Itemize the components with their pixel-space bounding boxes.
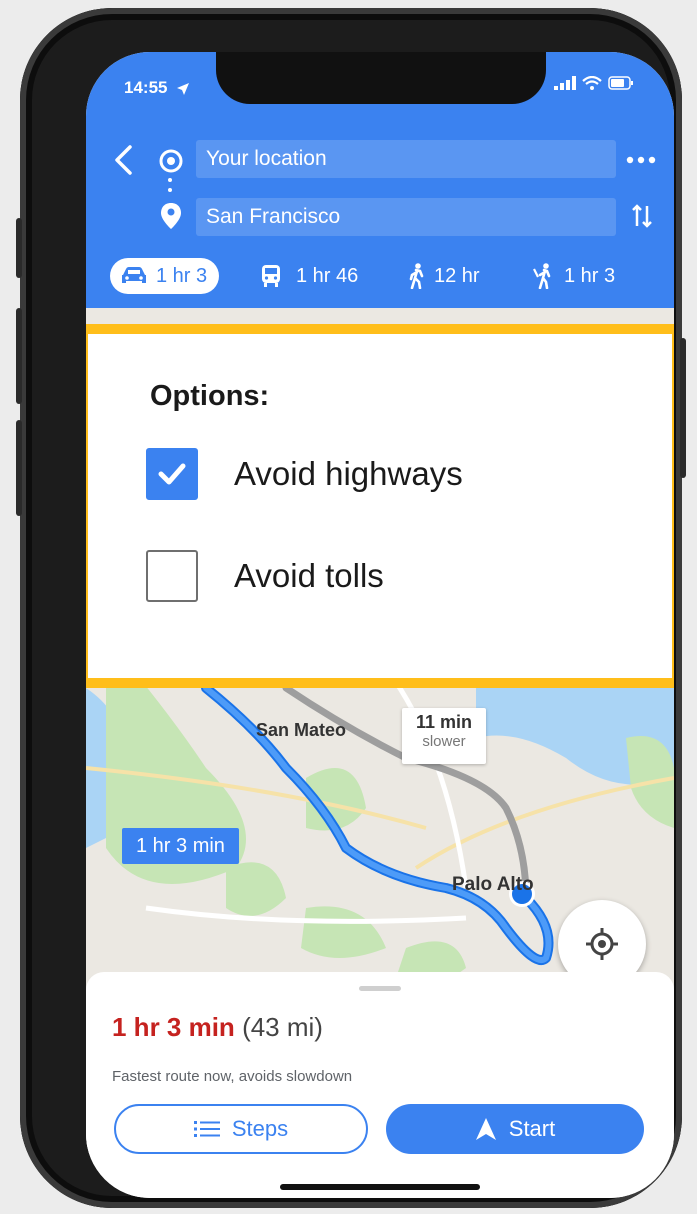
- more-options-icon[interactable]: [626, 156, 656, 164]
- eta-time: 1 hr 3 min: [112, 1012, 235, 1042]
- tab-drive[interactable]: 1 hr 3: [110, 258, 220, 294]
- status-time-text: 14:55: [124, 78, 168, 97]
- avoid-tolls-checkbox[interactable]: [146, 550, 198, 602]
- screen: San Mateo 11 min slower 1 hr 3 min Palo …: [86, 52, 674, 1198]
- tab-walk[interactable]: 12 hr: [408, 258, 480, 294]
- tab-walk-label: 12 hr: [434, 264, 480, 287]
- drag-handle[interactable]: [359, 986, 401, 991]
- alt-route-note: slower: [422, 733, 466, 750]
- map-label-san-mateo: San Mateo: [256, 720, 347, 740]
- mute-switch: [16, 218, 22, 278]
- steps-button[interactable]: Steps: [114, 1104, 368, 1154]
- route-time-label[interactable]: 1 hr 3 min: [122, 828, 239, 864]
- phone-frame: San Mateo 11 min slower 1 hr 3 min Palo …: [16, 8, 686, 1208]
- home-indicator[interactable]: [280, 1184, 480, 1190]
- crosshair-icon: [586, 928, 618, 960]
- transit-icon: [262, 265, 280, 287]
- start-button-label: Start: [508, 1116, 556, 1141]
- alt-route-time: 11 min: [415, 712, 473, 732]
- map-label-palo-alto: Palo Alto: [452, 874, 534, 895]
- tab-transit[interactable]: 1 hr 46: [260, 258, 358, 294]
- tab-ride-label: 1 hr 3: [564, 264, 616, 287]
- steps-button-label: Steps: [231, 1116, 289, 1141]
- volume-up-button: [16, 308, 22, 404]
- car-icon: [122, 267, 146, 283]
- tab-drive-label: 1 hr 3: [156, 264, 208, 287]
- swap-icon[interactable]: [630, 202, 654, 230]
- checkmark-icon: [158, 463, 186, 485]
- back-icon[interactable]: [112, 144, 136, 176]
- navigation-arrow-icon: [475, 1118, 496, 1140]
- eta: 1 hr 3 min (43 mi): [112, 1012, 323, 1043]
- ride-icon: [533, 263, 551, 289]
- tab-ride[interactable]: 1 hr 3: [532, 258, 615, 294]
- battery-icon: [608, 76, 633, 90]
- options-title: Options:: [150, 380, 270, 412]
- wifi-icon: [582, 76, 602, 90]
- avoid-tolls-label: Avoid tolls: [234, 557, 384, 594]
- tab-transit-label: 1 hr 46: [296, 264, 359, 287]
- signal-icon: [554, 76, 576, 90]
- destination-input[interactable]: San Francisco: [196, 198, 616, 236]
- route-dot: [168, 178, 172, 182]
- destination-pin-icon: [161, 203, 181, 229]
- location-arrow-icon: [177, 82, 190, 95]
- route-description: Fastest route now, avoids slowdown: [112, 1068, 353, 1085]
- origin-dot-icon: [159, 149, 183, 173]
- notch: [216, 52, 546, 104]
- route-summary-sheet: 1 hr 3 min (43 mi) Fastest route now, av…: [86, 972, 674, 1198]
- route-options-panel: Options: Avoid highways Avoid tolls: [86, 324, 674, 688]
- side-button: [680, 338, 686, 478]
- status-icons: [554, 76, 634, 90]
- eta-distance: (43 mi): [242, 1012, 323, 1042]
- walk-icon: [409, 263, 424, 289]
- list-icon: [193, 1121, 220, 1137]
- avoid-highways-checkbox[interactable]: [146, 448, 198, 500]
- start-button[interactable]: Start: [386, 1104, 644, 1154]
- option-avoid-tolls[interactable]: Avoid tolls: [146, 550, 384, 602]
- directions-header: 14:55 Your location San Francisco 1 hr 3…: [86, 52, 674, 308]
- origin-input[interactable]: Your location: [196, 140, 616, 178]
- alt-route-bubble[interactable]: 11 min slower: [402, 708, 486, 764]
- avoid-highways-label: Avoid highways: [234, 455, 463, 492]
- route-dot: [168, 188, 172, 192]
- status-time: 14:55: [124, 78, 190, 98]
- option-avoid-highways[interactable]: Avoid highways: [146, 448, 463, 500]
- volume-down-button: [16, 420, 22, 516]
